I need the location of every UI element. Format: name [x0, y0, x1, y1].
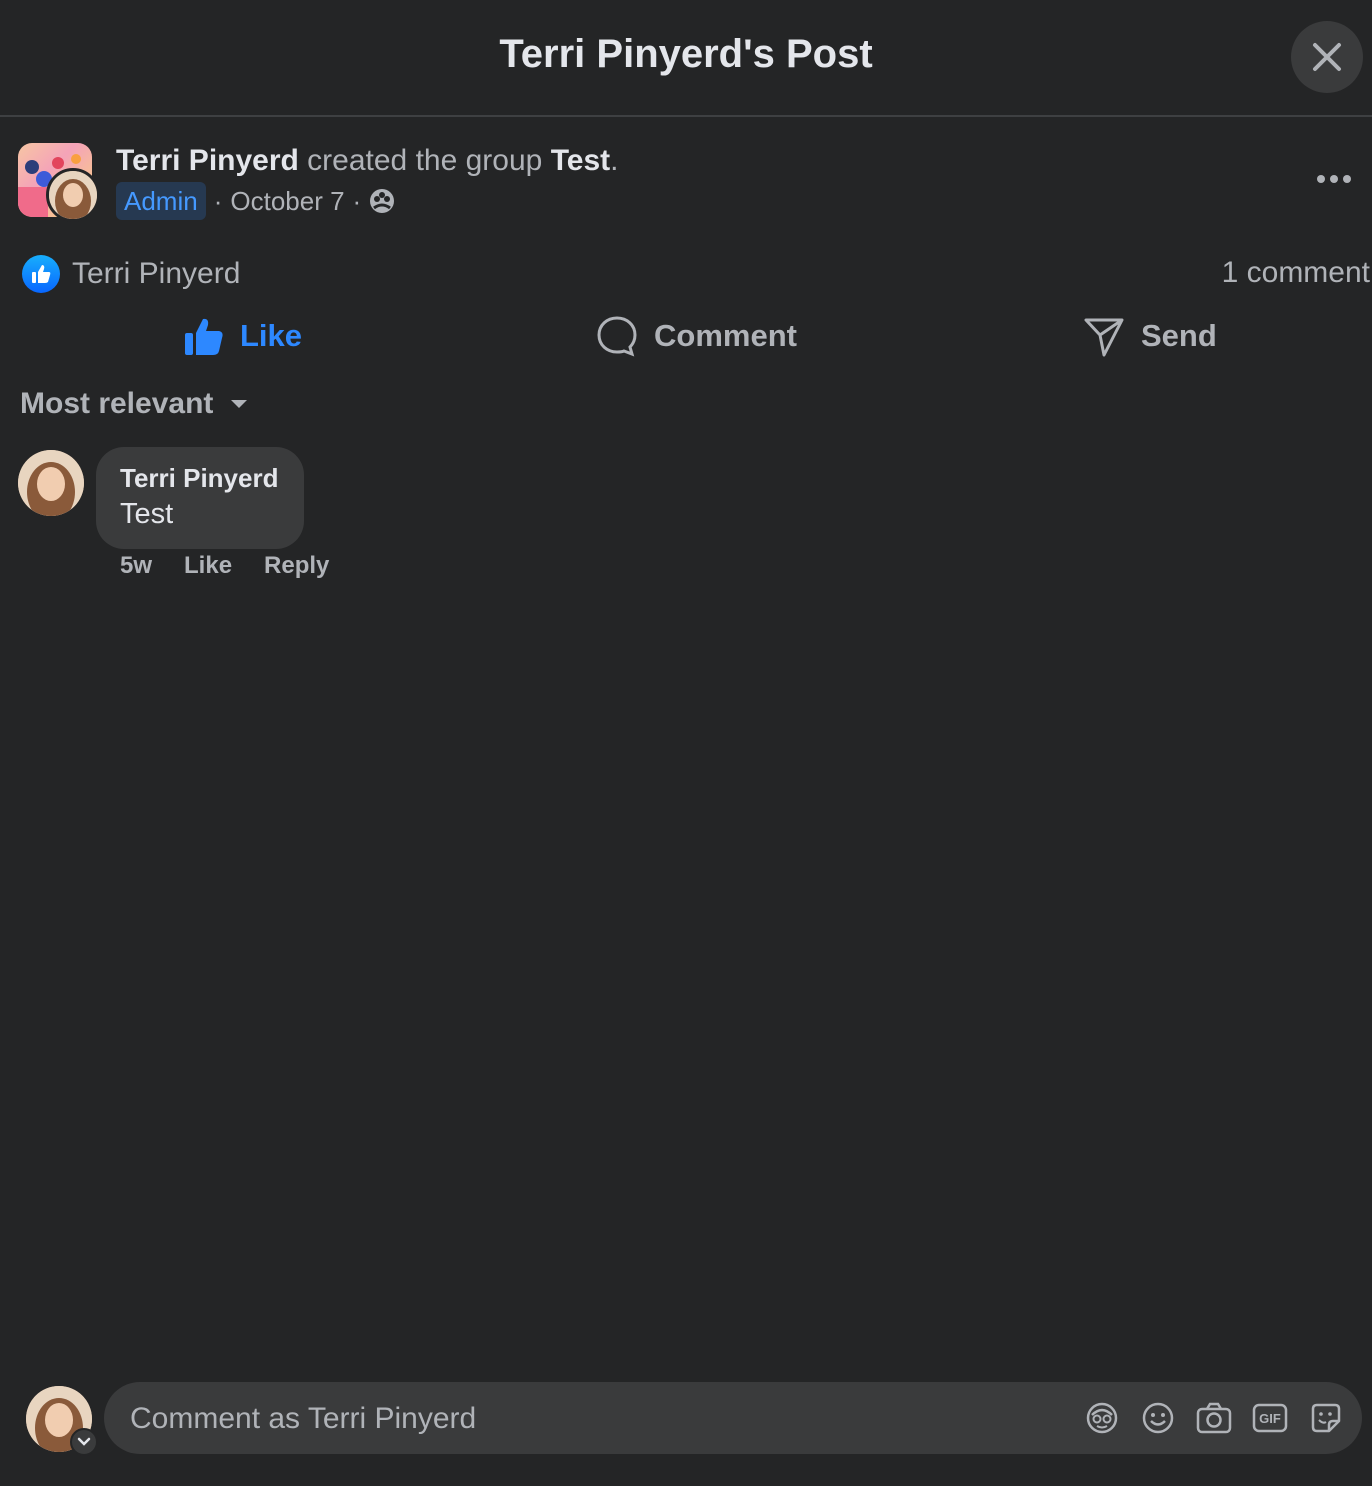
reactions-summary[interactable]: Terri Pinyerd — [22, 254, 240, 294]
close-icon — [1313, 43, 1341, 71]
comment-sort-dropdown[interactable]: Most relevant — [20, 384, 249, 424]
comment-input[interactable] — [128, 1382, 1032, 1456]
comment-composer: GIF — [104, 1382, 1362, 1456]
post-date[interactable]: October 7 — [230, 186, 344, 217]
dialog-header: Terri Pinyerd's Post — [0, 0, 1372, 117]
sort-label: Most relevant — [20, 387, 214, 420]
comment-text: Test — [120, 498, 174, 530]
switch-profile-button[interactable] — [70, 1428, 98, 1456]
close-button[interactable] — [1291, 21, 1363, 93]
chevron-down-icon — [77, 1437, 91, 1446]
comment-bubble-icon — [597, 316, 637, 357]
post-period: . — [610, 144, 619, 177]
group-privacy-icon — [370, 189, 395, 213]
comment-timestamp[interactable]: 5w — [120, 552, 152, 580]
comment-author-avatar[interactable] — [18, 450, 84, 516]
author-avatar[interactable] — [46, 168, 100, 222]
caret-down-icon — [231, 400, 248, 408]
dialog-title: Terri Pinyerd's Post — [499, 32, 873, 76]
avatar-sticker-icon[interactable] — [1082, 1398, 1122, 1438]
like-button[interactable]: Like — [184, 310, 302, 362]
group-name-link[interactable]: Test — [551, 144, 610, 177]
meta-separator: · — [213, 185, 223, 216]
comment-count-link[interactable]: 1 comment — [1222, 256, 1370, 290]
reactor-name: Terri Pinyerd — [72, 257, 241, 290]
comment-author-link[interactable]: Terri Pinyerd — [120, 463, 280, 494]
post-options-button[interactable] — [1310, 162, 1358, 196]
svg-text:GIF: GIF — [1259, 1411, 1281, 1426]
like-button-label: Like — [240, 318, 303, 353]
post-meta: Admin · October 7 · — [116, 182, 395, 220]
thumbs-up-icon — [185, 318, 223, 355]
comment-button-label: Comment — [654, 318, 797, 353]
composer-toolbar: GIF — [1066, 1398, 1346, 1438]
comment-button[interactable]: Comment — [596, 310, 797, 362]
emoji-icon[interactable] — [1138, 1398, 1178, 1438]
send-icon — [1084, 318, 1124, 357]
send-button[interactable]: Send — [1083, 310, 1217, 362]
meta-separator: · — [352, 185, 362, 216]
comment-reply-link[interactable]: Reply — [264, 552, 329, 580]
comment-like-link[interactable]: Like — [184, 552, 232, 580]
gif-icon[interactable]: GIF — [1250, 1398, 1290, 1438]
post-headline: Terri Pinyerd created the group Test. — [116, 144, 619, 178]
camera-icon[interactable] — [1194, 1398, 1234, 1438]
post-author-link[interactable]: Terri Pinyerd — [116, 144, 299, 177]
admin-badge[interactable]: Admin — [116, 182, 206, 220]
comment-actions: 5w Like Reply — [120, 552, 361, 580]
like-reaction-icon — [22, 255, 60, 293]
sticker-icon[interactable] — [1306, 1398, 1346, 1438]
more-options-icon — [1317, 175, 1351, 183]
post-action-text: created the group — [298, 144, 551, 177]
comment-bubble: Terri Pinyerd Test — [96, 447, 304, 549]
send-button-label: Send — [1141, 318, 1217, 353]
